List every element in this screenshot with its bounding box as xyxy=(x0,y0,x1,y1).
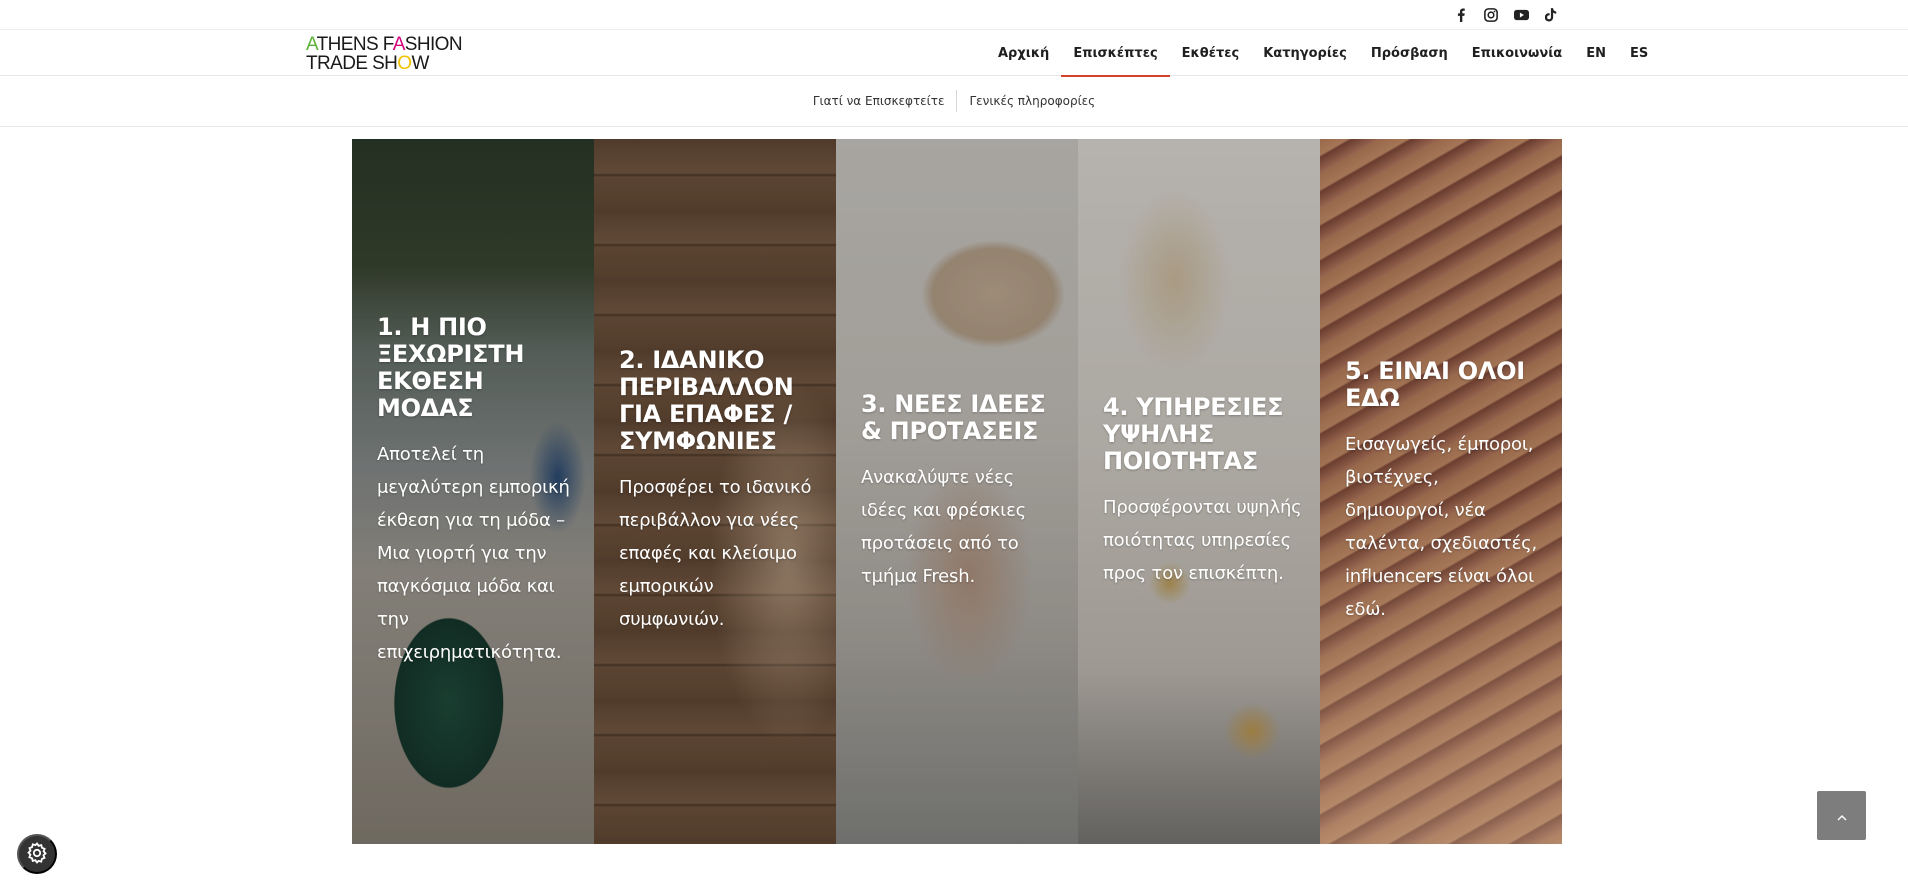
feature-panel[interactable]: 5. ΕΙΝΑΙ ΟΛΟΙ ΕΔΩ Εισαγωγείς, έμποροι, β… xyxy=(1320,139,1562,844)
top-bar xyxy=(0,0,1908,30)
main-nav: Αρχική Επισκέπτες Εκθέτες Κατηγορίες Πρό… xyxy=(986,30,1660,77)
panel-text: Αποτελεί τη μεγαλύτερη εμπορική έκθεση γ… xyxy=(377,444,570,663)
nav-item-categories[interactable]: Κατηγορίες xyxy=(1251,30,1359,76)
panel-content: 1. Η ΠΙΟ ΞΕΧΩΡΙΣΤΗ ΕΚΘΕΣΗ ΜΟΔΑΣ Αποτελεί… xyxy=(377,139,580,844)
nav-item-lang-es[interactable]: ES xyxy=(1618,30,1660,76)
feature-panels: 1. Η ΠΙΟ ΞΕΧΩΡΙΣΤΗ ΕΚΘΕΣΗ ΜΟΔΑΣ Αποτελεί… xyxy=(352,139,1562,844)
panel-title: 3. ΝΕΕΣ ΙΔΕΕΣ & ΠΡΟΤΑΣΕΙΣ xyxy=(861,389,1046,445)
nav-item-contact[interactable]: Επικοινωνία xyxy=(1460,30,1574,76)
panel-content: 4. ΥΠΗΡΕΣΙΕΣ ΥΨΗΛΗΣ ΠΟΙΟΤΗΤΑΣ Προσφέροντ… xyxy=(1103,139,1306,844)
panel-content: 3. ΝΕΕΣ ΙΔΕΕΣ & ΠΡΟΤΑΣΕΙΣ Ανακαλύψτε νέε… xyxy=(861,139,1064,844)
sub-nav: Γιατί να Επισκεφτείτε Γενικές πληροφορίε… xyxy=(0,76,1908,127)
subnav-item-general-info[interactable]: Γενικές πληροφορίες xyxy=(957,90,1107,112)
panel-title: 2. ΙΔΑΝΙΚΟ ΠΕΡΙΒΑΛΛΟΝ ΓΙΑ ΕΠΑΦΕΣ / ΣΥΜΦΩ… xyxy=(619,346,794,455)
social-links xyxy=(1450,4,1562,26)
feature-panel[interactable]: 1. Η ΠΙΟ ΞΕΧΩΡΙΣΤΗ ΕΚΘΕΣΗ ΜΟΔΑΣ Αποτελεί… xyxy=(352,139,594,844)
panel-text: Ανακαλύψτε νέες ιδέες και φρέσκιες προτά… xyxy=(861,466,1026,587)
panel-title: 4. ΥΠΗΡΕΣΙΕΣ ΥΨΗΛΗΣ ΠΟΙΟΤΗΤΑΣ xyxy=(1103,392,1284,475)
svg-text:ATHENS FASHION: ATHENS FASHION xyxy=(306,34,462,55)
panel-text: Προσφέρονται υψηλής ποιότητας υπηρεσίες … xyxy=(1103,496,1302,584)
nav-item-access[interactable]: Πρόσβαση xyxy=(1359,30,1460,76)
panel-title: 1. Η ΠΙΟ ΞΕΧΩΡΙΣΤΗ ΕΚΘΕΣΗ ΜΟΔΑΣ xyxy=(377,313,525,422)
nav-item-exhibitors[interactable]: Εκθέτες xyxy=(1170,30,1252,76)
nav-item-home[interactable]: Αρχική xyxy=(986,30,1061,76)
svg-text:TRADE SHOW: TRADE SHOW xyxy=(306,53,429,73)
feature-panel[interactable]: 3. ΝΕΕΣ ΙΔΕΕΣ & ΠΡΟΤΑΣΕΙΣ Ανακαλύψτε νέε… xyxy=(836,139,1078,844)
panel-text: Προσφέρει το ιδανικό περιβάλλον για νέες… xyxy=(619,477,812,630)
site-header: ATHENS FASHION TRADE SHOW Αρχική Επισκέπ… xyxy=(0,30,1908,77)
panel-text: Εισαγωγείς, έμποροι, βιοτέχνες, δημιουργ… xyxy=(1345,433,1538,620)
chevron-up-icon xyxy=(1837,806,1847,825)
site-logo[interactable]: ATHENS FASHION TRADE SHOW xyxy=(306,33,466,74)
youtube-icon[interactable] xyxy=(1510,4,1532,26)
subnav-item-why-visit[interactable]: Γιατί να Επισκεφτείτε xyxy=(801,90,957,112)
nav-item-lang-en[interactable]: EN xyxy=(1574,30,1618,76)
feature-panel[interactable]: 2. ΙΔΑΝΙΚΟ ΠΕΡΙΒΑΛΛΟΝ ΓΙΑ ΕΠΑΦΕΣ / ΣΥΜΦΩ… xyxy=(594,139,836,844)
scroll-to-top-button[interactable] xyxy=(1817,791,1866,840)
panel-title: 5. ΕΙΝΑΙ ΟΛΟΙ ΕΔΩ xyxy=(1345,356,1525,412)
cookie-settings-button[interactable] xyxy=(17,834,57,874)
gear-icon xyxy=(25,841,49,868)
feature-panel[interactable]: 4. ΥΠΗΡΕΣΙΕΣ ΥΨΗΛΗΣ ΠΟΙΟΤΗΤΑΣ Προσφέροντ… xyxy=(1078,139,1320,844)
panel-content: 5. ΕΙΝΑΙ ΟΛΟΙ ΕΔΩ Εισαγωγείς, έμποροι, β… xyxy=(1345,139,1548,844)
facebook-icon[interactable] xyxy=(1450,4,1472,26)
instagram-icon[interactable] xyxy=(1480,4,1502,26)
tiktok-icon[interactable] xyxy=(1540,4,1562,26)
nav-item-visitors[interactable]: Επισκέπτες xyxy=(1061,30,1171,77)
panel-content: 2. ΙΔΑΝΙΚΟ ΠΕΡΙΒΑΛΛΟΝ ΓΙΑ ΕΠΑΦΕΣ / ΣΥΜΦΩ… xyxy=(619,139,822,844)
